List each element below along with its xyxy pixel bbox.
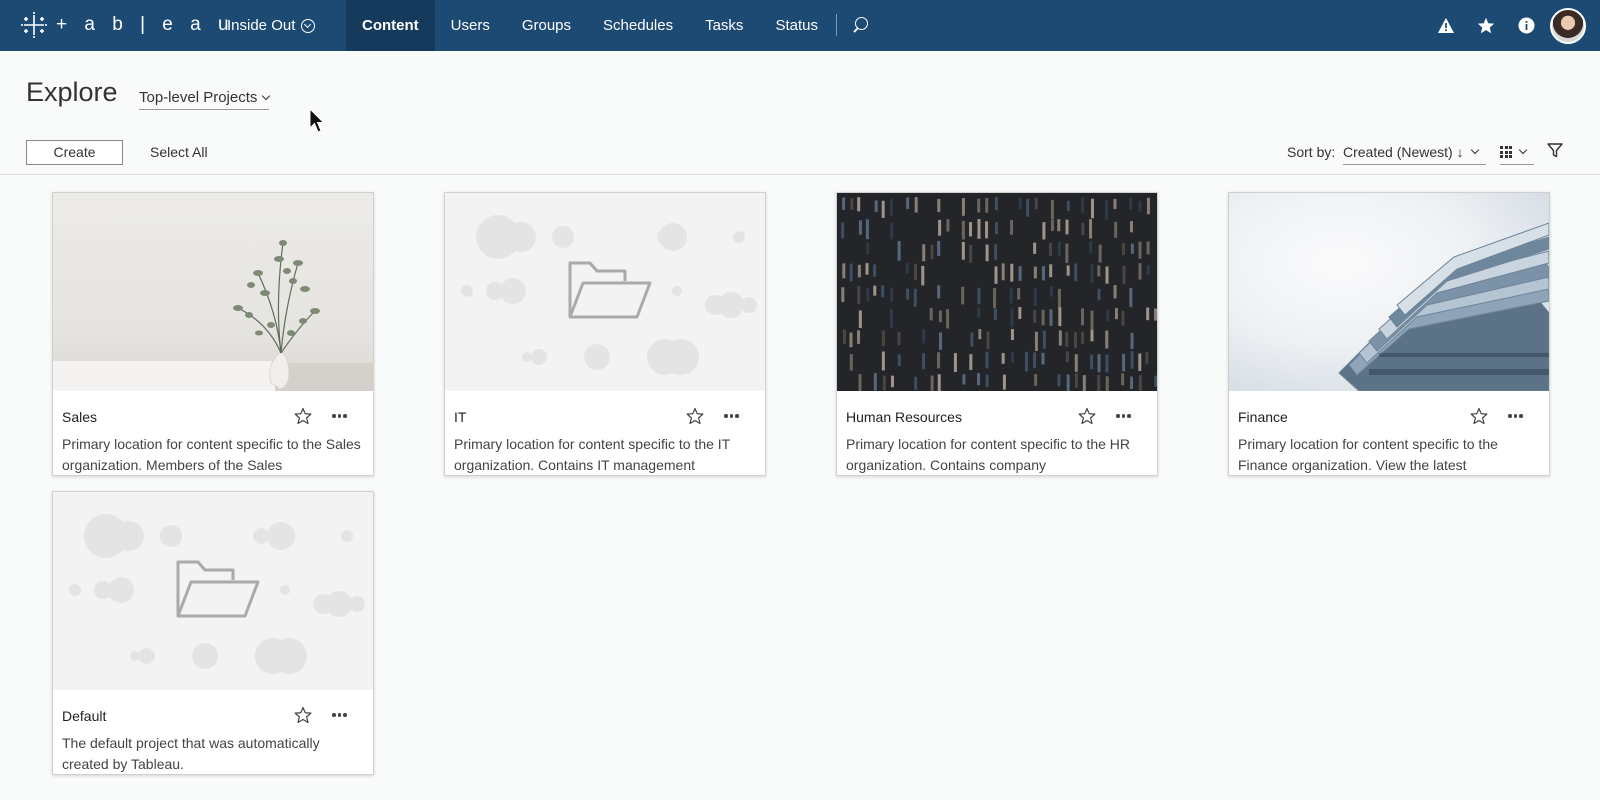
warning-icon[interactable] <box>1426 0 1466 51</box>
project-description: Primary location for content specific to… <box>62 436 361 473</box>
project-thumbnail[interactable] <box>445 193 765 391</box>
main-nav: Content Users Groups Schedules Tasks Sta… <box>346 0 883 51</box>
chevron-down-circle-icon <box>301 18 316 33</box>
folder-placeholder-image <box>461 215 757 375</box>
more-actions-icon[interactable] <box>332 409 347 423</box>
content-toolbar: Create Select All Sort by: Created (Newe… <box>0 137 1600 175</box>
project-thumbnail[interactable] <box>53 492 373 690</box>
project-card-it[interactable]: IT Primary location for content specific… <box>444 192 766 476</box>
filter-icon[interactable] <box>1547 143 1563 158</box>
chevron-down-icon <box>262 91 271 100</box>
site-switcher[interactable]: Inside Out <box>227 0 316 51</box>
chevron-down-icon <box>1470 145 1479 155</box>
nav-tab-users[interactable]: Users <box>435 0 506 51</box>
nav-tab-groups[interactable]: Groups <box>506 0 587 51</box>
folders-stack-image <box>1338 222 1549 391</box>
more-actions-icon[interactable] <box>332 708 347 722</box>
nav-tab-content[interactable]: Content <box>346 0 435 51</box>
view-mode-dropdown[interactable] <box>1500 140 1534 165</box>
sort-label: Sort by: <box>1287 144 1336 160</box>
page-title: Explore <box>26 77 118 107</box>
plant-vase-image <box>53 240 373 391</box>
favorite-star-icon[interactable] <box>1470 407 1488 425</box>
project-card-default[interactable]: Default The default project that was aut… <box>52 491 374 775</box>
nav-tab-status[interactable]: Status <box>759 0 834 51</box>
favorite-star-icon[interactable] <box>294 407 312 425</box>
project-title[interactable]: Human Resources <box>846 409 962 425</box>
project-description: Primary location for content specific to… <box>846 436 1131 473</box>
sort-value: Created (Newest) ↓ <box>1343 143 1464 160</box>
nav-divider <box>835 14 837 36</box>
user-avatar[interactable] <box>1550 7 1586 44</box>
project-description: Primary location for content specific to… <box>1238 436 1498 473</box>
more-actions-icon[interactable] <box>1116 409 1131 423</box>
project-description: Primary location for content specific to… <box>454 436 730 473</box>
project-thumbnail[interactable] <box>53 193 373 391</box>
project-title[interactable]: Finance <box>1238 409 1288 425</box>
project-description: The default project that was automatical… <box>62 735 320 772</box>
project-card-sales[interactable]: Sales Primary location for content speci… <box>52 192 374 476</box>
mouse-pointer-icon <box>309 108 325 133</box>
logo-wordmark: + a b | e a u <box>56 14 235 35</box>
favorites-star-icon[interactable] <box>1466 0 1506 51</box>
select-all-button[interactable]: Select All <box>150 140 208 165</box>
header-actions <box>1426 0 1600 51</box>
nav-tab-tasks[interactable]: Tasks <box>689 0 759 51</box>
project-title[interactable]: Default <box>62 708 106 724</box>
project-filter-value: Top-level Projects <box>139 89 258 106</box>
nav-tab-schedules[interactable]: Schedules <box>587 0 689 51</box>
favorite-star-icon[interactable] <box>294 706 312 724</box>
create-button[interactable]: Create <box>26 140 123 165</box>
chevron-down-icon <box>1518 145 1528 155</box>
tableau-cross-icon <box>21 12 47 38</box>
sort-dropdown[interactable]: Created (Newest) ↓ <box>1343 140 1486 165</box>
folder-placeholder-image <box>69 514 365 674</box>
dark-pattern-image <box>841 197 1157 391</box>
favorite-star-icon[interactable] <box>1078 407 1096 425</box>
project-thumbnail[interactable] <box>837 193 1157 391</box>
project-title[interactable]: Sales <box>62 409 97 425</box>
more-actions-icon[interactable] <box>724 409 739 423</box>
more-actions-icon[interactable] <box>1508 409 1523 423</box>
favorite-star-icon[interactable] <box>686 407 704 425</box>
top-navigation-bar: + a b | e a u Inside Out Content Users G… <box>0 0 1600 51</box>
info-icon[interactable] <box>1506 0 1546 51</box>
project-card-finance[interactable]: Finance Primary location for content spe… <box>1228 192 1550 476</box>
search-icon[interactable] <box>843 0 883 51</box>
project-filter-dropdown[interactable]: Top-level Projects <box>139 89 271 110</box>
project-title[interactable]: IT <box>454 409 466 425</box>
site-name: Inside Out <box>227 17 296 34</box>
tableau-logo[interactable]: + a b | e a u <box>20 10 235 40</box>
grid-view-icon <box>1500 146 1512 158</box>
project-card-human-resources[interactable]: Human Resources Primary location for con… <box>836 192 1158 476</box>
project-thumbnail[interactable] <box>1229 193 1549 391</box>
